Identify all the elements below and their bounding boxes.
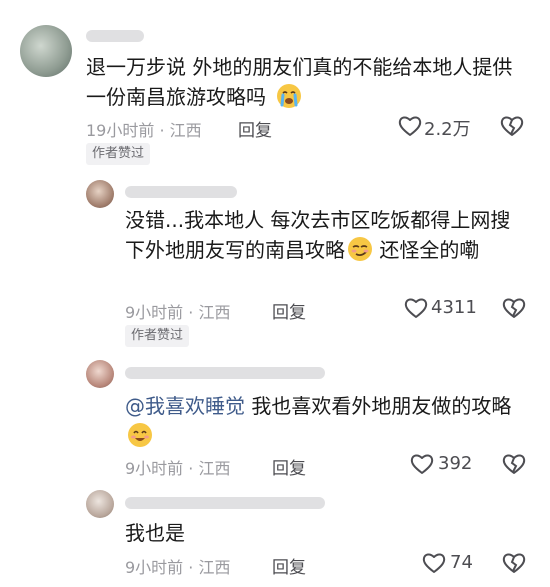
- username-blurred[interactable]: [125, 186, 237, 198]
- dislike-heart-icon[interactable]: [502, 453, 526, 479]
- username-blurred[interactable]: [86, 30, 144, 42]
- timestamp: 9小时前: [125, 303, 184, 322]
- comment-meta: 19小时前 · 江西: [86, 121, 202, 140]
- mention-link[interactable]: @我喜欢睡觉: [125, 394, 245, 418]
- username-blurred[interactable]: [125, 367, 325, 379]
- author-liked-badge: 作者赞过: [86, 143, 151, 165]
- avatar[interactable]: [86, 360, 114, 388]
- dislike-heart-icon[interactable]: [502, 297, 526, 323]
- like-count: 4311: [431, 297, 477, 318]
- like-count: 74: [450, 552, 473, 573]
- reply-button[interactable]: 回复: [272, 298, 306, 323]
- username-blurred[interactable]: [125, 497, 325, 509]
- smug-emoji-icon: [347, 236, 373, 262]
- dislike-heart-icon[interactable]: [500, 115, 524, 141]
- like-count: 392: [438, 453, 473, 474]
- avatar[interactable]: [86, 490, 114, 518]
- comment-text: 退一万步说 外地的朋友们真的不能给本地人提供一份南昌旅游攻略吗: [86, 55, 513, 109]
- heart-icon[interactable]: [410, 453, 434, 479]
- reply-meta: 9小时前 · 江西: [125, 459, 231, 478]
- avatar[interactable]: [86, 180, 114, 208]
- reply-text: @我喜欢睡觉 我也喜欢看外地朋友做的攻略: [125, 391, 525, 451]
- reply-text: 没错...我本地人 每次去市区吃饭都得上网搜下外地朋友写的南昌攻略 还怪全的嘞: [125, 208, 511, 262]
- location: 江西: [198, 459, 231, 478]
- dislike-heart-icon[interactable]: [502, 552, 526, 578]
- timestamp: 9小时前: [125, 558, 184, 577]
- location: 江西: [198, 558, 231, 577]
- avatar[interactable]: [20, 25, 72, 77]
- location: 江西: [169, 121, 202, 140]
- reply-button[interactable]: 回复: [272, 454, 306, 479]
- crying-emoji-icon: [276, 83, 302, 109]
- heart-icon[interactable]: [398, 115, 422, 141]
- heart-icon[interactable]: [422, 552, 446, 578]
- heart-icon[interactable]: [404, 297, 428, 323]
- smile-emoji-icon: [127, 422, 153, 448]
- reply-button[interactable]: 回复: [238, 116, 272, 141]
- location: 江西: [198, 303, 231, 322]
- reply-button[interactable]: 回复: [272, 553, 306, 578]
- timestamp: 19小时前: [86, 121, 155, 140]
- timestamp: 9小时前: [125, 459, 184, 478]
- reply-text: 我也是: [125, 521, 185, 545]
- like-count: 2.2万: [424, 119, 471, 140]
- reply-meta: 9小时前 · 江西: [125, 303, 231, 322]
- reply-meta: 9小时前 · 江西: [125, 558, 231, 577]
- author-liked-badge: 作者赞过: [125, 325, 190, 347]
